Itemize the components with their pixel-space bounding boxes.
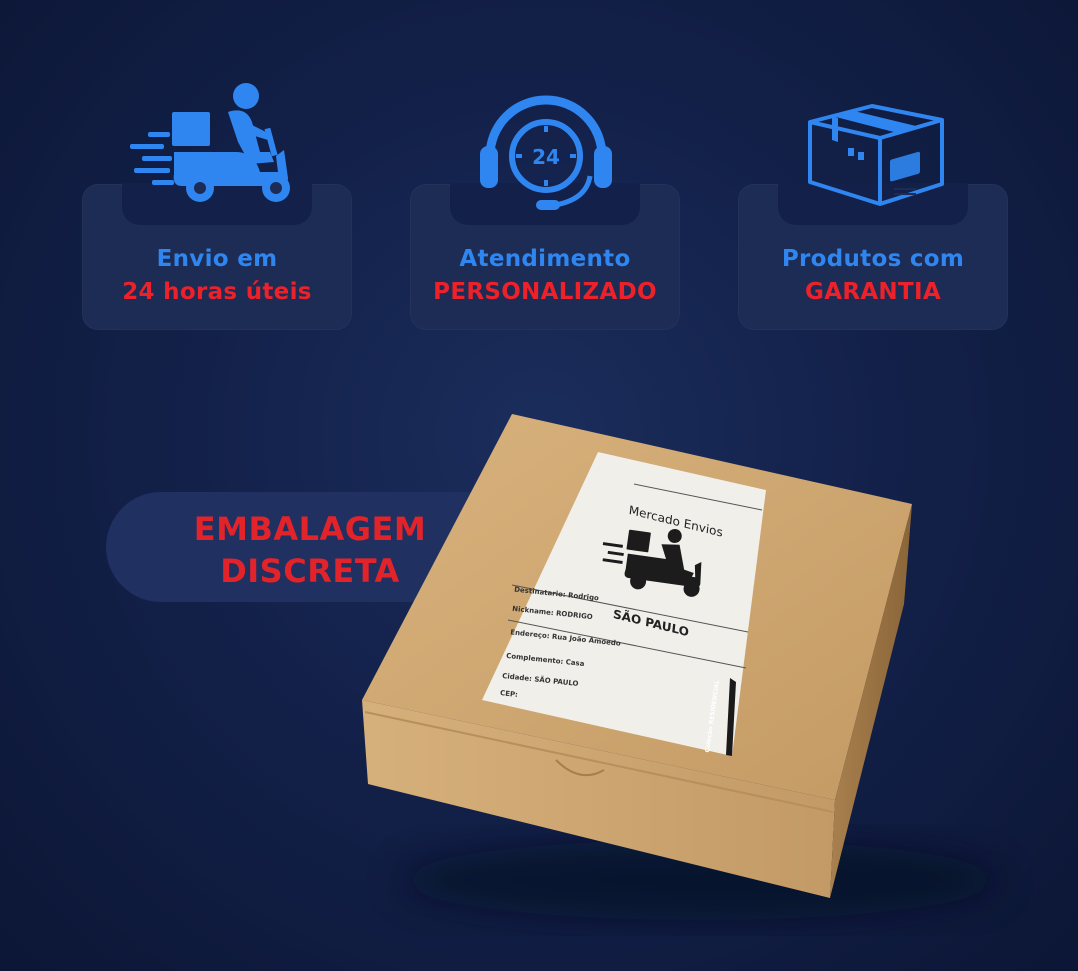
label-city: SÃO PAULO [612, 606, 690, 640]
label-field-cep: CEP: [499, 689, 519, 699]
label-title: Mercado Envios [628, 502, 724, 540]
